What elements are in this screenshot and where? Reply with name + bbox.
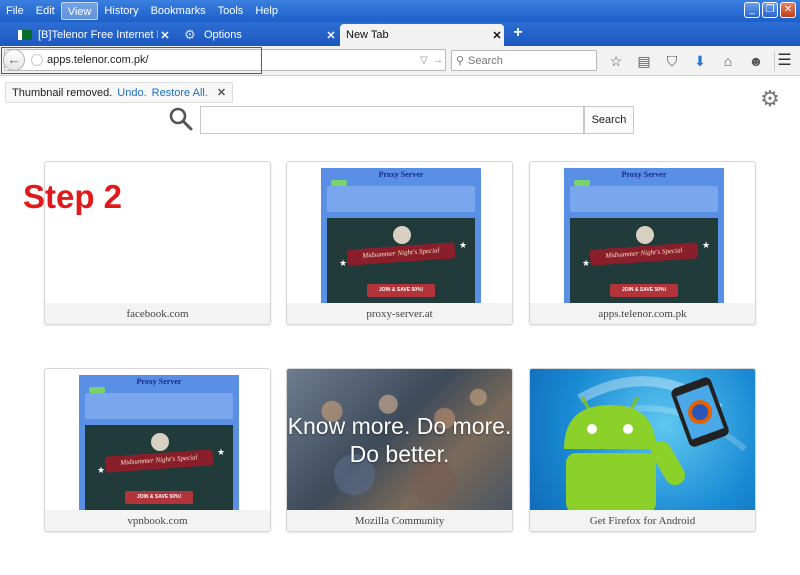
- browser-search-bar[interactable]: ⚲: [451, 50, 597, 71]
- fairy-image: [636, 226, 654, 244]
- restore-button[interactable]: ❐: [762, 2, 778, 18]
- join-button: JOIN & SAVE 50%!: [610, 284, 678, 297]
- star-icon: ★: [339, 258, 348, 268]
- ribbon-text: Midsummer Night's Special: [120, 453, 198, 467]
- close-icon[interactable]: ✕: [324, 29, 338, 42]
- url-dropdown-icon[interactable]: ▽: [417, 55, 431, 66]
- tile-mozilla-community[interactable]: Know more. Do more. Do better. Mozilla C…: [286, 368, 513, 532]
- minimize-button[interactable]: _: [744, 2, 760, 18]
- tab-label: [B]Telenor Free Internet Prox...: [38, 29, 158, 41]
- menu-view[interactable]: View: [60, 2, 99, 20]
- mozilla-tagline-1: Know more. Do more.: [287, 413, 512, 439]
- clipboard-icon[interactable]: ▤: [633, 51, 655, 71]
- tab-label: New Tab: [346, 29, 389, 41]
- tab-label: Options: [204, 29, 242, 41]
- menu-history[interactable]: History: [98, 2, 144, 20]
- toolbar-icons: ☆ ▤ ⛉ ⬇ ⌂ ☻: [605, 51, 767, 71]
- hamburger-icon[interactable]: ☰: [774, 51, 794, 71]
- join-button: JOIN & SAVE 50%!: [125, 491, 193, 504]
- menu-edit[interactable]: Edit: [30, 2, 61, 20]
- ribbon: Midsummer Night's Special: [104, 449, 214, 473]
- star-icon: ★: [459, 240, 468, 250]
- proxy-title: Proxy Server: [621, 170, 667, 179]
- download-icon[interactable]: ⬇: [689, 51, 711, 71]
- search-icon: ⚲: [455, 55, 465, 67]
- url-highlight-annotation: [1, 47, 262, 74]
- home-icon[interactable]: ⌂: [717, 51, 739, 71]
- tile-caption: facebook.com: [45, 303, 270, 324]
- close-icon[interactable]: ✕: [158, 29, 172, 42]
- pakistan-flag-icon: [18, 30, 32, 40]
- star-icon[interactable]: ☆: [605, 51, 627, 71]
- chat-icon[interactable]: ☻: [745, 51, 767, 71]
- thumbnail-removed-notification: Thumbnail removed. Undo. Restore All. ✕: [5, 82, 234, 103]
- menu-bookmarks[interactable]: Bookmarks: [145, 2, 212, 20]
- menu-file[interactable]: File: [0, 2, 30, 20]
- gear-icon: ⚙: [184, 27, 196, 42]
- tile-firefox-android[interactable]: Get Firefox for Android: [529, 368, 756, 532]
- tab-options[interactable]: ⚙ Options ✕: [178, 24, 338, 46]
- proxy-page-preview: Proxy Server Midsummer Night's Special ★…: [321, 168, 481, 303]
- tab-new-tab[interactable]: New Tab ✕: [340, 24, 504, 46]
- proxy-title: Proxy Server: [136, 377, 182, 386]
- gear-icon[interactable]: ⚙: [758, 88, 782, 112]
- menu-tools[interactable]: Tools: [212, 2, 250, 20]
- close-icon[interactable]: ✕: [217, 86, 226, 99]
- menu-bar: File Edit View History Bookmarks Tools H…: [0, 0, 800, 22]
- tile-proxy-server[interactable]: Proxy Server Midsummer Night's Special ★…: [286, 161, 513, 325]
- ribbon-text: Midsummer Night's Special: [605, 246, 683, 260]
- text-block: [570, 186, 718, 212]
- browser-search-input[interactable]: [468, 54, 588, 67]
- page-search-input[interactable]: [200, 106, 584, 134]
- ribbon-text: Midsummer Night's Special: [362, 246, 440, 260]
- mozilla-tagline-2: Do better.: [349, 441, 450, 467]
- ribbon: Midsummer Night's Special: [346, 242, 456, 266]
- tile-thumbnail: Know more. Do more. Do better.: [287, 369, 512, 510]
- tile-caption: vpnbook.com: [45, 510, 270, 531]
- tile-thumbnail: Proxy Server Midsummer Night's Special ★…: [45, 369, 270, 510]
- tile-caption: Get Firefox for Android: [530, 510, 755, 531]
- tile-caption: Mozilla Community: [287, 510, 512, 531]
- tile-thumbnail: Proxy Server Midsummer Night's Special ★…: [287, 162, 512, 303]
- tab-telenor[interactable]: [B]Telenor Free Internet Prox... ✕: [12, 24, 172, 46]
- tile-vpnbook[interactable]: Proxy Server Midsummer Night's Special ★…: [44, 368, 271, 532]
- restore-all-link[interactable]: Restore All.: [152, 87, 208, 99]
- proxy-page-preview: Proxy Server Midsummer Night's Special ★…: [564, 168, 724, 303]
- go-arrow-icon[interactable]: →: [431, 55, 445, 66]
- proxy-title: Proxy Server: [378, 170, 424, 179]
- close-window-button[interactable]: ✕: [780, 2, 796, 18]
- text-block: [327, 186, 475, 212]
- search-icon: [169, 107, 193, 131]
- tab-strip: [B]Telenor Free Internet Prox... ✕ ⚙ Opt…: [0, 22, 800, 46]
- text-block: [85, 393, 233, 419]
- ribbon: Midsummer Night's Special: [589, 242, 699, 266]
- tile-thumbnail: [530, 369, 755, 510]
- star-icon: ★: [702, 240, 711, 250]
- fairy-image: [151, 433, 169, 451]
- tile-apps-telenor[interactable]: Proxy Server Midsummer Night's Special ★…: [529, 161, 756, 325]
- menu-help[interactable]: Help: [249, 2, 284, 20]
- star-icon: ★: [582, 258, 591, 268]
- tile-caption: apps.telenor.com.pk: [530, 303, 755, 324]
- android-robot-image: [564, 376, 747, 510]
- new-tab-button[interactable]: +: [508, 24, 528, 42]
- star-icon: ★: [97, 465, 106, 475]
- promo-banner: Midsummer Night's Special ★ ★ JOIN & SAV…: [85, 425, 233, 510]
- join-button: JOIN & SAVE 50%!: [367, 284, 435, 297]
- undo-link[interactable]: Undo.: [117, 87, 146, 99]
- page-search-button[interactable]: Search: [584, 106, 634, 134]
- notification-text: Thumbnail removed.: [12, 86, 113, 99]
- fairy-image: [393, 226, 411, 244]
- window-controls: _ ❐ ✕: [744, 2, 796, 18]
- promo-banner: Midsummer Night's Special ★ ★ JOIN & SAV…: [570, 218, 718, 303]
- close-icon[interactable]: ✕: [490, 29, 504, 42]
- tile-thumbnail: Proxy Server Midsummer Night's Special ★…: [530, 162, 755, 303]
- pocket-icon[interactable]: ⛉: [661, 51, 683, 71]
- tile-caption: proxy-server.at: [287, 303, 512, 324]
- promo-banner: Midsummer Night's Special ★ ★ JOIN & SAV…: [327, 218, 475, 303]
- step-annotation: Step 2: [23, 178, 123, 215]
- proxy-page-preview: Proxy Server Midsummer Night's Special ★…: [79, 375, 239, 510]
- star-icon: ★: [217, 447, 226, 457]
